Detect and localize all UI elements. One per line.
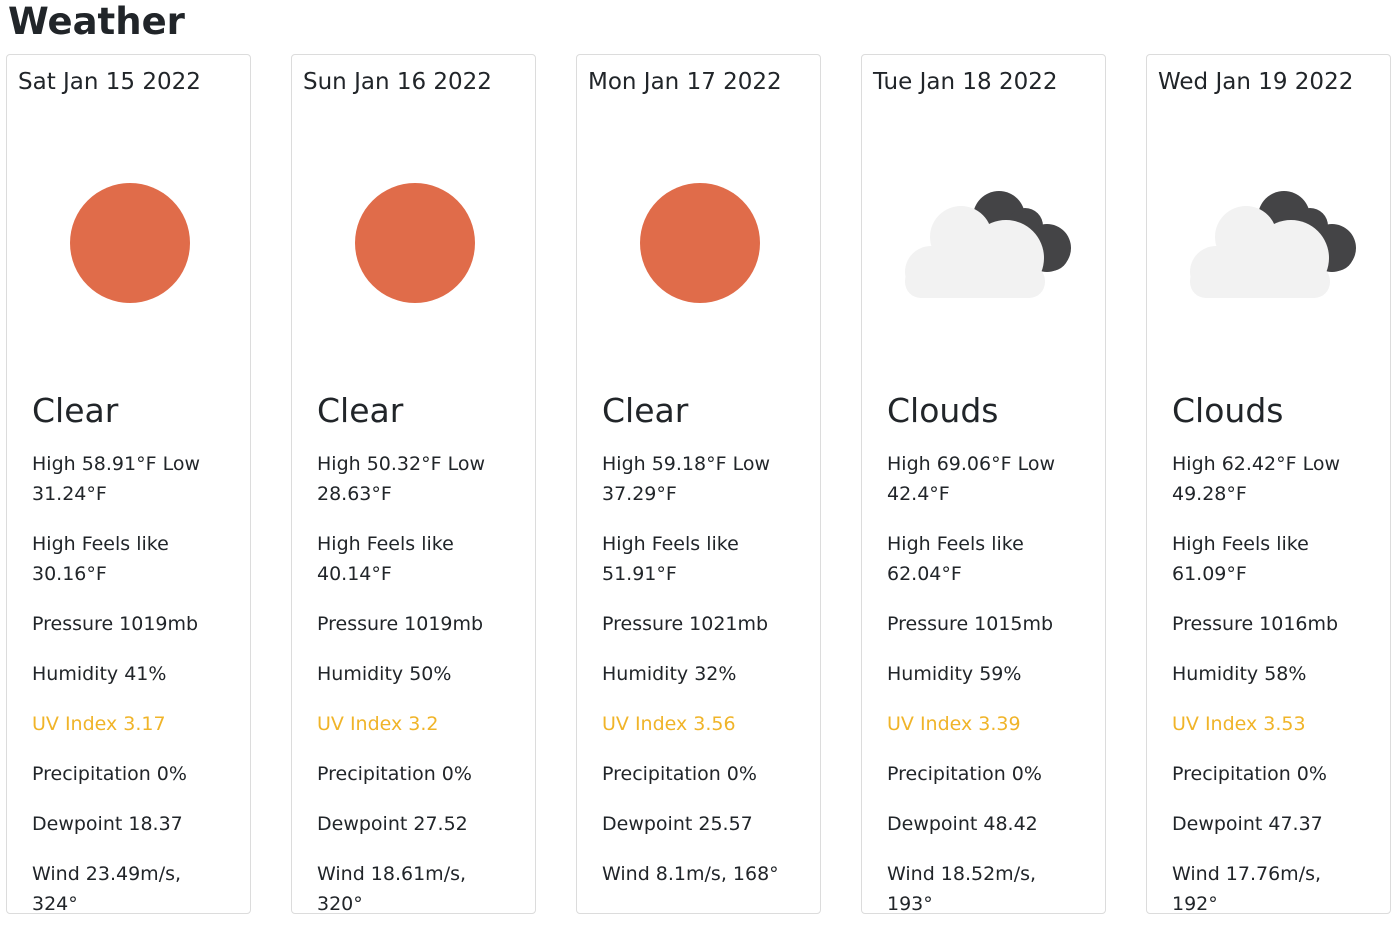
forecast-card: Sat Jan 15 2022 Clear High 58.91°F Low 3… (6, 54, 252, 915)
dewpoint: Dewpoint 48.42 (887, 813, 1038, 835)
dewpoint: Dewpoint 27.52 (317, 813, 468, 835)
card-date: Sat Jan 15 2022 (18, 69, 201, 95)
dewpoint: Dewpoint 47.37 (1172, 813, 1323, 835)
condition: Clear (602, 391, 689, 430)
precipitation: Precipitation 0% (32, 763, 187, 785)
pressure: Pressure 1019mb (32, 613, 199, 635)
precipitation: Precipitation 0% (602, 763, 757, 785)
card-date: Sun Jan 16 2022 (303, 69, 492, 95)
wind: Wind 23.49m/s, 324° (32, 863, 182, 915)
temperature: High 50.32°F Low 28.63°F (317, 453, 485, 505)
humidity: Humidity 59% (887, 663, 1022, 685)
uv-index: UV Index 3.53 (1172, 713, 1306, 735)
pressure: Pressure 1016mb (1172, 613, 1339, 635)
page-title: Weather (8, 0, 185, 43)
feels-like: High Feels like 30.16°F (32, 533, 169, 585)
sun-icon (292, 165, 537, 325)
feels-like: High Feels like 62.04°F (887, 533, 1024, 585)
feels-like: High Feels like 40.14°F (317, 533, 454, 585)
precipitation: Precipitation 0% (317, 763, 472, 785)
clouds-icon (1147, 165, 1392, 325)
pressure: Pressure 1015mb (887, 613, 1054, 635)
uv-index: UV Index 3.56 (602, 713, 736, 735)
temperature: High 69.06°F Low 42.4°F (887, 453, 1055, 505)
precipitation: Precipitation 0% (887, 763, 1042, 785)
humidity: Humidity 58% (1172, 663, 1307, 685)
condition: Clouds (1172, 391, 1284, 430)
card-body: Clear High 58.91°F Low 31.24°F High Feel… (32, 391, 232, 939)
forecast-card: Wed Jan 19 2022 Clouds High 62.42°F Low … (1146, 54, 1392, 915)
card-date: Mon Jan 17 2022 (588, 69, 782, 95)
forecast-card: Mon Jan 17 2022 Clear High 59.18°F Low 3… (576, 54, 821, 914)
condition: Clouds (887, 391, 999, 430)
card-body: Clear High 59.18°F Low 37.29°F High Feel… (602, 391, 802, 909)
condition: Clear (317, 391, 404, 430)
wind: Wind 17.76m/s, 192° (1172, 863, 1322, 915)
wind: Wind 18.61m/s, 320° (317, 863, 467, 915)
uv-index: UV Index 3.39 (887, 713, 1021, 735)
forecast-card: Tue Jan 18 2022 Clouds High 69.06°F Low … (861, 54, 1107, 915)
feels-like: High Feels like 61.09°F (1172, 533, 1309, 585)
card-body: Clouds High 69.06°F Low 42.4°F High Feel… (887, 391, 1087, 939)
card-body: Clouds High 62.42°F Low 49.28°F High Fee… (1172, 391, 1372, 939)
card-date: Wed Jan 19 2022 (1158, 69, 1354, 95)
clouds-icon (862, 165, 1107, 325)
sun-icon (577, 165, 822, 325)
precipitation: Precipitation 0% (1172, 763, 1327, 785)
dewpoint: Dewpoint 18.37 (32, 813, 183, 835)
feels-like: High Feels like 51.91°F (602, 533, 739, 585)
uv-index: UV Index 3.2 (317, 713, 439, 735)
temperature: High 62.42°F Low 49.28°F (1172, 453, 1340, 505)
pressure: Pressure 1021mb (602, 613, 769, 635)
uv-index: UV Index 3.17 (32, 713, 166, 735)
humidity: Humidity 50% (317, 663, 452, 685)
humidity: Humidity 41% (32, 663, 167, 685)
temperature: High 58.91°F Low 31.24°F (32, 453, 200, 505)
pressure: Pressure 1019mb (317, 613, 484, 635)
sun-icon (7, 165, 252, 325)
condition: Clear (32, 391, 119, 430)
dewpoint: Dewpoint 25.57 (602, 813, 753, 835)
forecast-card: Sun Jan 16 2022 Clear High 50.32°F Low 2… (291, 54, 537, 915)
card-body: Clear High 50.32°F Low 28.63°F High Feel… (317, 391, 517, 939)
humidity: Humidity 32% (602, 663, 737, 685)
wind: Wind 18.52m/s, 193° (887, 863, 1037, 915)
card-date: Tue Jan 18 2022 (873, 69, 1058, 95)
wind: Wind 8.1m/s, 168° (602, 863, 779, 885)
forecast-cards: Sat Jan 15 2022 Clear High 58.91°F Low 3… (6, 54, 1396, 915)
temperature: High 59.18°F Low 37.29°F (602, 453, 770, 505)
